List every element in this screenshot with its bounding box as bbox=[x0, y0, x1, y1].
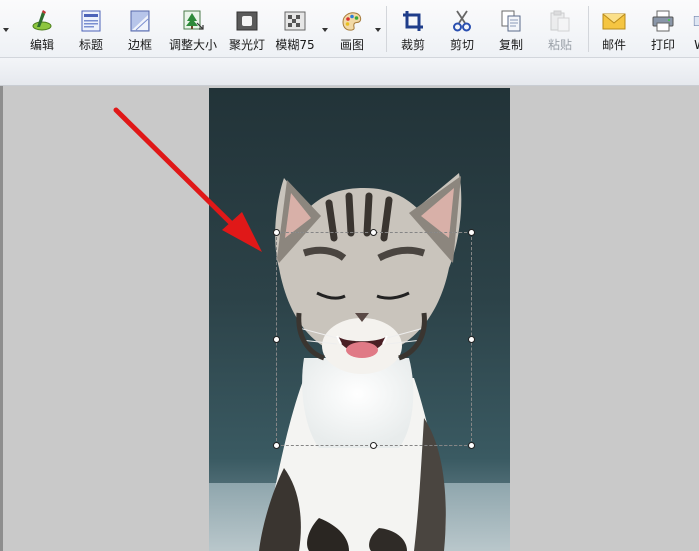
printer-icon bbox=[652, 10, 674, 32]
toolbar: 编辑 标题 边框 调整大小 聚光灯 模糊75 画图 裁剪 剪切 复制 粘贴 邮件… bbox=[0, 0, 699, 58]
toolbar-separator bbox=[386, 6, 387, 52]
draw-label: 画图 bbox=[339, 38, 364, 52]
more-button[interactable]: W bbox=[690, 0, 699, 58]
resize-handle-top-right[interactable] bbox=[468, 229, 475, 236]
paste-icon bbox=[550, 10, 570, 32]
resize-handle-top[interactable] bbox=[370, 229, 377, 236]
mail-label: 邮件 bbox=[601, 38, 626, 52]
cut-label: 剪切 bbox=[449, 38, 474, 52]
print-button[interactable]: 打印 bbox=[645, 0, 681, 58]
edit-label: 编辑 bbox=[29, 38, 54, 52]
edit-icon bbox=[32, 10, 52, 31]
resize-handle-top-left[interactable] bbox=[273, 229, 280, 236]
chevron-down-icon[interactable] bbox=[375, 28, 381, 32]
border-button[interactable]: 边框 bbox=[122, 0, 158, 58]
resize-label: 调整大小 bbox=[168, 38, 217, 52]
draw-icon bbox=[342, 12, 362, 31]
mail-button[interactable]: 邮件 bbox=[596, 0, 632, 58]
edit-button[interactable]: 编辑 bbox=[24, 0, 60, 58]
blur-icon bbox=[284, 11, 306, 31]
resize-handle-left[interactable] bbox=[273, 336, 280, 343]
blur-label: 模糊75 bbox=[275, 38, 315, 52]
resize-handle-bottom-left[interactable] bbox=[273, 442, 280, 449]
toolbar-separator bbox=[588, 6, 589, 52]
spotlight-button[interactable]: 聚光灯 bbox=[227, 0, 267, 58]
copy-icon bbox=[501, 10, 521, 32]
draw-button[interactable]: 画图 bbox=[334, 0, 370, 58]
canvas-left-border bbox=[0, 86, 3, 551]
resize-handle-bottom[interactable] bbox=[370, 442, 377, 449]
title-button[interactable]: 标题 bbox=[73, 0, 109, 58]
resize-handle-bottom-right[interactable] bbox=[468, 442, 475, 449]
resize-icon bbox=[183, 10, 204, 30]
crop-icon bbox=[403, 11, 423, 31]
print-label: 打印 bbox=[650, 38, 675, 52]
cut-button[interactable]: 剪切 bbox=[444, 0, 480, 58]
copy-label: 复制 bbox=[498, 38, 523, 52]
resize-button[interactable]: 调整大小 bbox=[168, 0, 218, 58]
mail-icon bbox=[602, 13, 626, 30]
chevron-down-icon[interactable] bbox=[3, 28, 9, 32]
paste-button[interactable]: 粘贴 bbox=[542, 0, 578, 58]
resize-handle-right[interactable] bbox=[468, 336, 475, 343]
border-label: 边框 bbox=[127, 38, 152, 52]
chevron-down-icon[interactable] bbox=[322, 28, 328, 32]
border-icon bbox=[130, 10, 150, 32]
copy-button[interactable]: 复制 bbox=[493, 0, 529, 58]
more-label: W bbox=[694, 38, 699, 52]
paste-label: 粘贴 bbox=[547, 38, 572, 52]
more-icon bbox=[693, 16, 699, 26]
spotlight-icon bbox=[236, 11, 258, 31]
scissors-icon bbox=[453, 10, 471, 32]
blur-button[interactable]: 模糊75 bbox=[274, 0, 316, 58]
title-label: 标题 bbox=[78, 38, 103, 52]
crop-button[interactable]: 裁剪 bbox=[395, 0, 431, 58]
crop-label: 裁剪 bbox=[400, 38, 425, 52]
sub-toolbar bbox=[0, 58, 699, 86]
spotlight-label: 聚光灯 bbox=[228, 38, 265, 52]
selection-box-outline bbox=[276, 232, 472, 446]
title-icon bbox=[81, 10, 101, 32]
